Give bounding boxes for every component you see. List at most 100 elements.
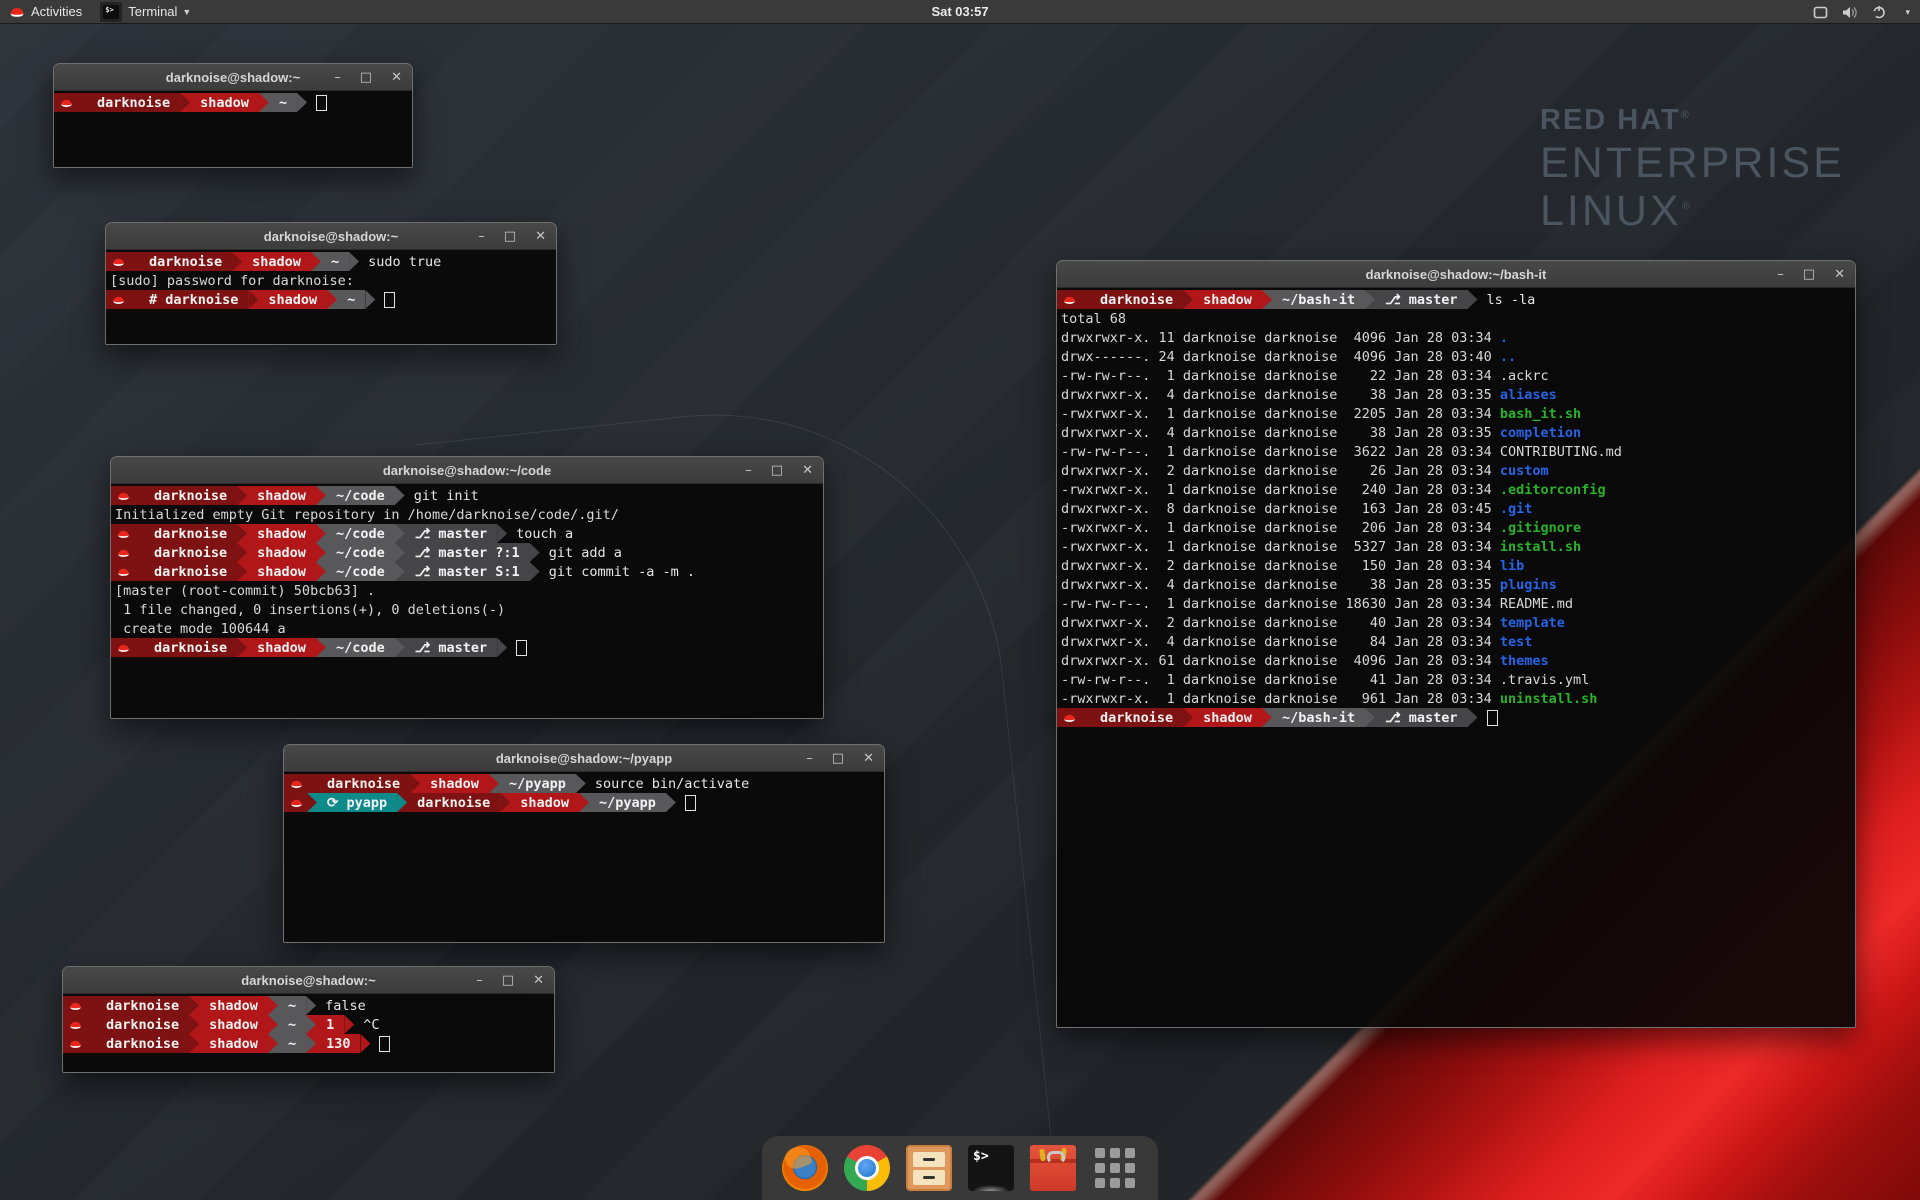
maximize-button[interactable]: □ bbox=[504, 230, 516, 243]
close-button[interactable]: ✕ bbox=[802, 464, 813, 477]
prompt-segment-git: ⎇ master ?:1 bbox=[405, 543, 530, 562]
maximize-button[interactable]: □ bbox=[360, 71, 372, 84]
prompt-line: darknoiseshadow~/codegit init bbox=[111, 486, 823, 505]
terminal-content[interactable]: darknoiseshadow~/pyappsource bin/activat… bbox=[284, 772, 884, 942]
close-button[interactable]: ✕ bbox=[533, 974, 544, 987]
file-attrs: drwxrwxr-x. 4 darknoise darknoise 38 Jan… bbox=[1061, 425, 1500, 441]
file-list-row: -rwxrwxr-x. 1 darknoise darknoise 5327 J… bbox=[1057, 537, 1855, 556]
powerline-separator-icon bbox=[134, 543, 144, 562]
file-list-row: drwx------. 24 darknoise darknoise 4096 … bbox=[1057, 347, 1855, 366]
terminal-cursor bbox=[316, 95, 327, 111]
powerline-separator-icon bbox=[1080, 290, 1090, 309]
maximize-button[interactable]: □ bbox=[771, 464, 783, 477]
volume-icon[interactable] bbox=[1842, 6, 1858, 19]
command-text: ^C bbox=[363, 1017, 379, 1033]
maximize-button[interactable]: □ bbox=[502, 974, 514, 987]
app-menu-terminal[interactable]: $> Terminal ▼ bbox=[91, 0, 200, 23]
dock-terminal-icon[interactable]: $> bbox=[968, 1145, 1014, 1191]
file-list-row: drwxrwxr-x. 2 darknoise darknoise 150 Ja… bbox=[1057, 556, 1855, 575]
powerline-separator-icon bbox=[316, 486, 326, 505]
powerline-separator-icon bbox=[134, 524, 144, 543]
dock: $> bbox=[762, 1136, 1158, 1200]
minimize-button[interactable]: – bbox=[334, 71, 341, 84]
prompt-line: darknoiseshadow~/bash-it⎇ master bbox=[1057, 708, 1855, 727]
screen-icon[interactable] bbox=[1813, 6, 1828, 19]
powerline-separator-icon bbox=[129, 290, 139, 309]
close-button[interactable]: ✕ bbox=[391, 71, 402, 84]
prompt-segment-host: shadow bbox=[242, 252, 311, 271]
terminal-window[interactable]: darknoise@shadow:~–□✕darknoiseshadow~sud… bbox=[105, 222, 557, 345]
window-controls: – □ ✕ bbox=[1777, 261, 1845, 287]
prompt-segment-host: shadow bbox=[247, 638, 316, 657]
titlebar[interactable]: darknoise@shadow:~–□✕ bbox=[106, 223, 556, 250]
prompt-segment-git: ⎇ master bbox=[405, 524, 497, 543]
prompt-line: darknoiseshadow~/pyappsource bin/activat… bbox=[284, 774, 884, 793]
prompt-segment-host: shadow bbox=[247, 486, 316, 505]
minimize-button[interactable]: – bbox=[745, 464, 752, 477]
dock-files-icon[interactable] bbox=[906, 1145, 952, 1191]
titlebar[interactable]: darknoise@shadow:~/code–□✕ bbox=[111, 457, 823, 484]
prompt-segment-rh bbox=[111, 562, 134, 581]
clock[interactable]: Sat 03:57 bbox=[931, 4, 988, 19]
close-button[interactable]: ✕ bbox=[1834, 268, 1845, 281]
terminal-window[interactable]: darknoise@shadow:~/bash-it–□✕darknoisesh… bbox=[1056, 260, 1856, 1028]
titlebar[interactable]: darknoise@shadow:~/bash-it–□✕ bbox=[1057, 261, 1855, 288]
prompt-line: darknoiseshadow~/bash-it⎇ masterls -la bbox=[1057, 290, 1855, 309]
powerline-separator-icon bbox=[666, 793, 676, 812]
prompt-segment-git: ⎇ master bbox=[1375, 290, 1467, 309]
titlebar[interactable]: darknoise@shadow:~–□✕ bbox=[63, 967, 554, 994]
terminal-content[interactable]: darknoiseshadow~falsedarknoiseshadow~1^C… bbox=[63, 994, 554, 1072]
powerline-separator-icon bbox=[134, 486, 144, 505]
minimize-button[interactable]: – bbox=[478, 230, 485, 243]
file-attrs: drwxrwxr-x. 4 darknoise darknoise 84 Jan… bbox=[1061, 634, 1500, 650]
terminal-content[interactable]: darknoiseshadow~/codegit initInitialized… bbox=[111, 484, 823, 718]
titlebar[interactable]: darknoise@shadow:~/pyapp–□✕ bbox=[284, 745, 884, 772]
prompt-segment-venv: ⟳ pyapp bbox=[317, 793, 397, 812]
prompt-segment-user: darknoise bbox=[96, 1015, 189, 1034]
activities-button[interactable]: Activities bbox=[0, 0, 91, 23]
terminal-content[interactable]: darknoiseshadow~/bash-it⎇ masterls -lato… bbox=[1057, 288, 1855, 1027]
powerline-separator-icon bbox=[306, 1034, 316, 1053]
desktop: RED HAT® ENTERPRISE LINUX® Activities $>… bbox=[0, 0, 1920, 1200]
file-attrs: -rw-rw-r--. 1 darknoise darknoise 3622 J… bbox=[1061, 444, 1500, 460]
prompt-segment-path: ~/code bbox=[326, 486, 395, 505]
minimize-button[interactable]: – bbox=[1777, 268, 1784, 281]
system-menu-chevron-icon[interactable]: ▾ bbox=[1905, 7, 1910, 18]
file-name: .ackrc bbox=[1500, 368, 1549, 384]
dock-firefox-icon[interactable] bbox=[782, 1145, 828, 1191]
file-list-row: -rwxrwxr-x. 1 darknoise darknoise 961 Ja… bbox=[1057, 689, 1855, 708]
terminal-window[interactable]: darknoise@shadow:~–□✕darknoiseshadow~ bbox=[53, 63, 413, 168]
titlebar[interactable]: darknoise@shadow:~–□✕ bbox=[54, 64, 412, 91]
powerline-separator-icon bbox=[297, 93, 307, 112]
close-button[interactable]: ✕ bbox=[535, 230, 546, 243]
powerline-separator-icon bbox=[327, 290, 337, 309]
close-button[interactable]: ✕ bbox=[863, 752, 874, 765]
file-list-row: drwxrwxr-x. 4 darknoise darknoise 38 Jan… bbox=[1057, 575, 1855, 594]
file-name: themes bbox=[1500, 653, 1549, 669]
powerline-separator-icon bbox=[316, 562, 326, 581]
terminal-window[interactable]: darknoise@shadow:~–□✕darknoiseshadow~fal… bbox=[62, 966, 555, 1073]
minimize-button[interactable]: – bbox=[806, 752, 813, 765]
prompt-segment-path: ~/code bbox=[326, 543, 395, 562]
prompt-segment-git: ⎇ master bbox=[405, 638, 497, 657]
power-icon[interactable] bbox=[1872, 5, 1886, 19]
terminal-content[interactable]: darknoiseshadow~ bbox=[54, 91, 412, 167]
prompt-segment-host: shadow bbox=[420, 774, 489, 793]
prompt-segment-host: shadow bbox=[1193, 290, 1262, 309]
dock-toolbox-icon[interactable] bbox=[1030, 1145, 1076, 1191]
powerline-separator-icon bbox=[1365, 290, 1375, 309]
file-list-row: drwxrwxr-x. 4 darknoise darknoise 38 Jan… bbox=[1057, 385, 1855, 404]
prompt-segment-rh bbox=[111, 486, 134, 505]
minimize-button[interactable]: – bbox=[476, 974, 483, 987]
terminal-content[interactable]: darknoiseshadow~sudo true[sudo] password… bbox=[106, 250, 556, 344]
redhat-icon bbox=[112, 295, 125, 305]
terminal-window[interactable]: darknoise@shadow:~/code–□✕darknoiseshado… bbox=[110, 456, 824, 719]
terminal-window[interactable]: darknoise@shadow:~/pyapp–□✕darknoiseshad… bbox=[283, 744, 885, 943]
dock-chrome-icon[interactable] bbox=[844, 1145, 890, 1191]
powerline-separator-icon bbox=[307, 774, 317, 793]
maximize-button[interactable]: □ bbox=[1803, 268, 1815, 281]
dock-app-grid-icon[interactable] bbox=[1092, 1145, 1138, 1191]
prompt-segment-path: ~ bbox=[278, 1034, 306, 1053]
activities-label: Activities bbox=[31, 4, 82, 19]
maximize-button[interactable]: □ bbox=[832, 752, 844, 765]
